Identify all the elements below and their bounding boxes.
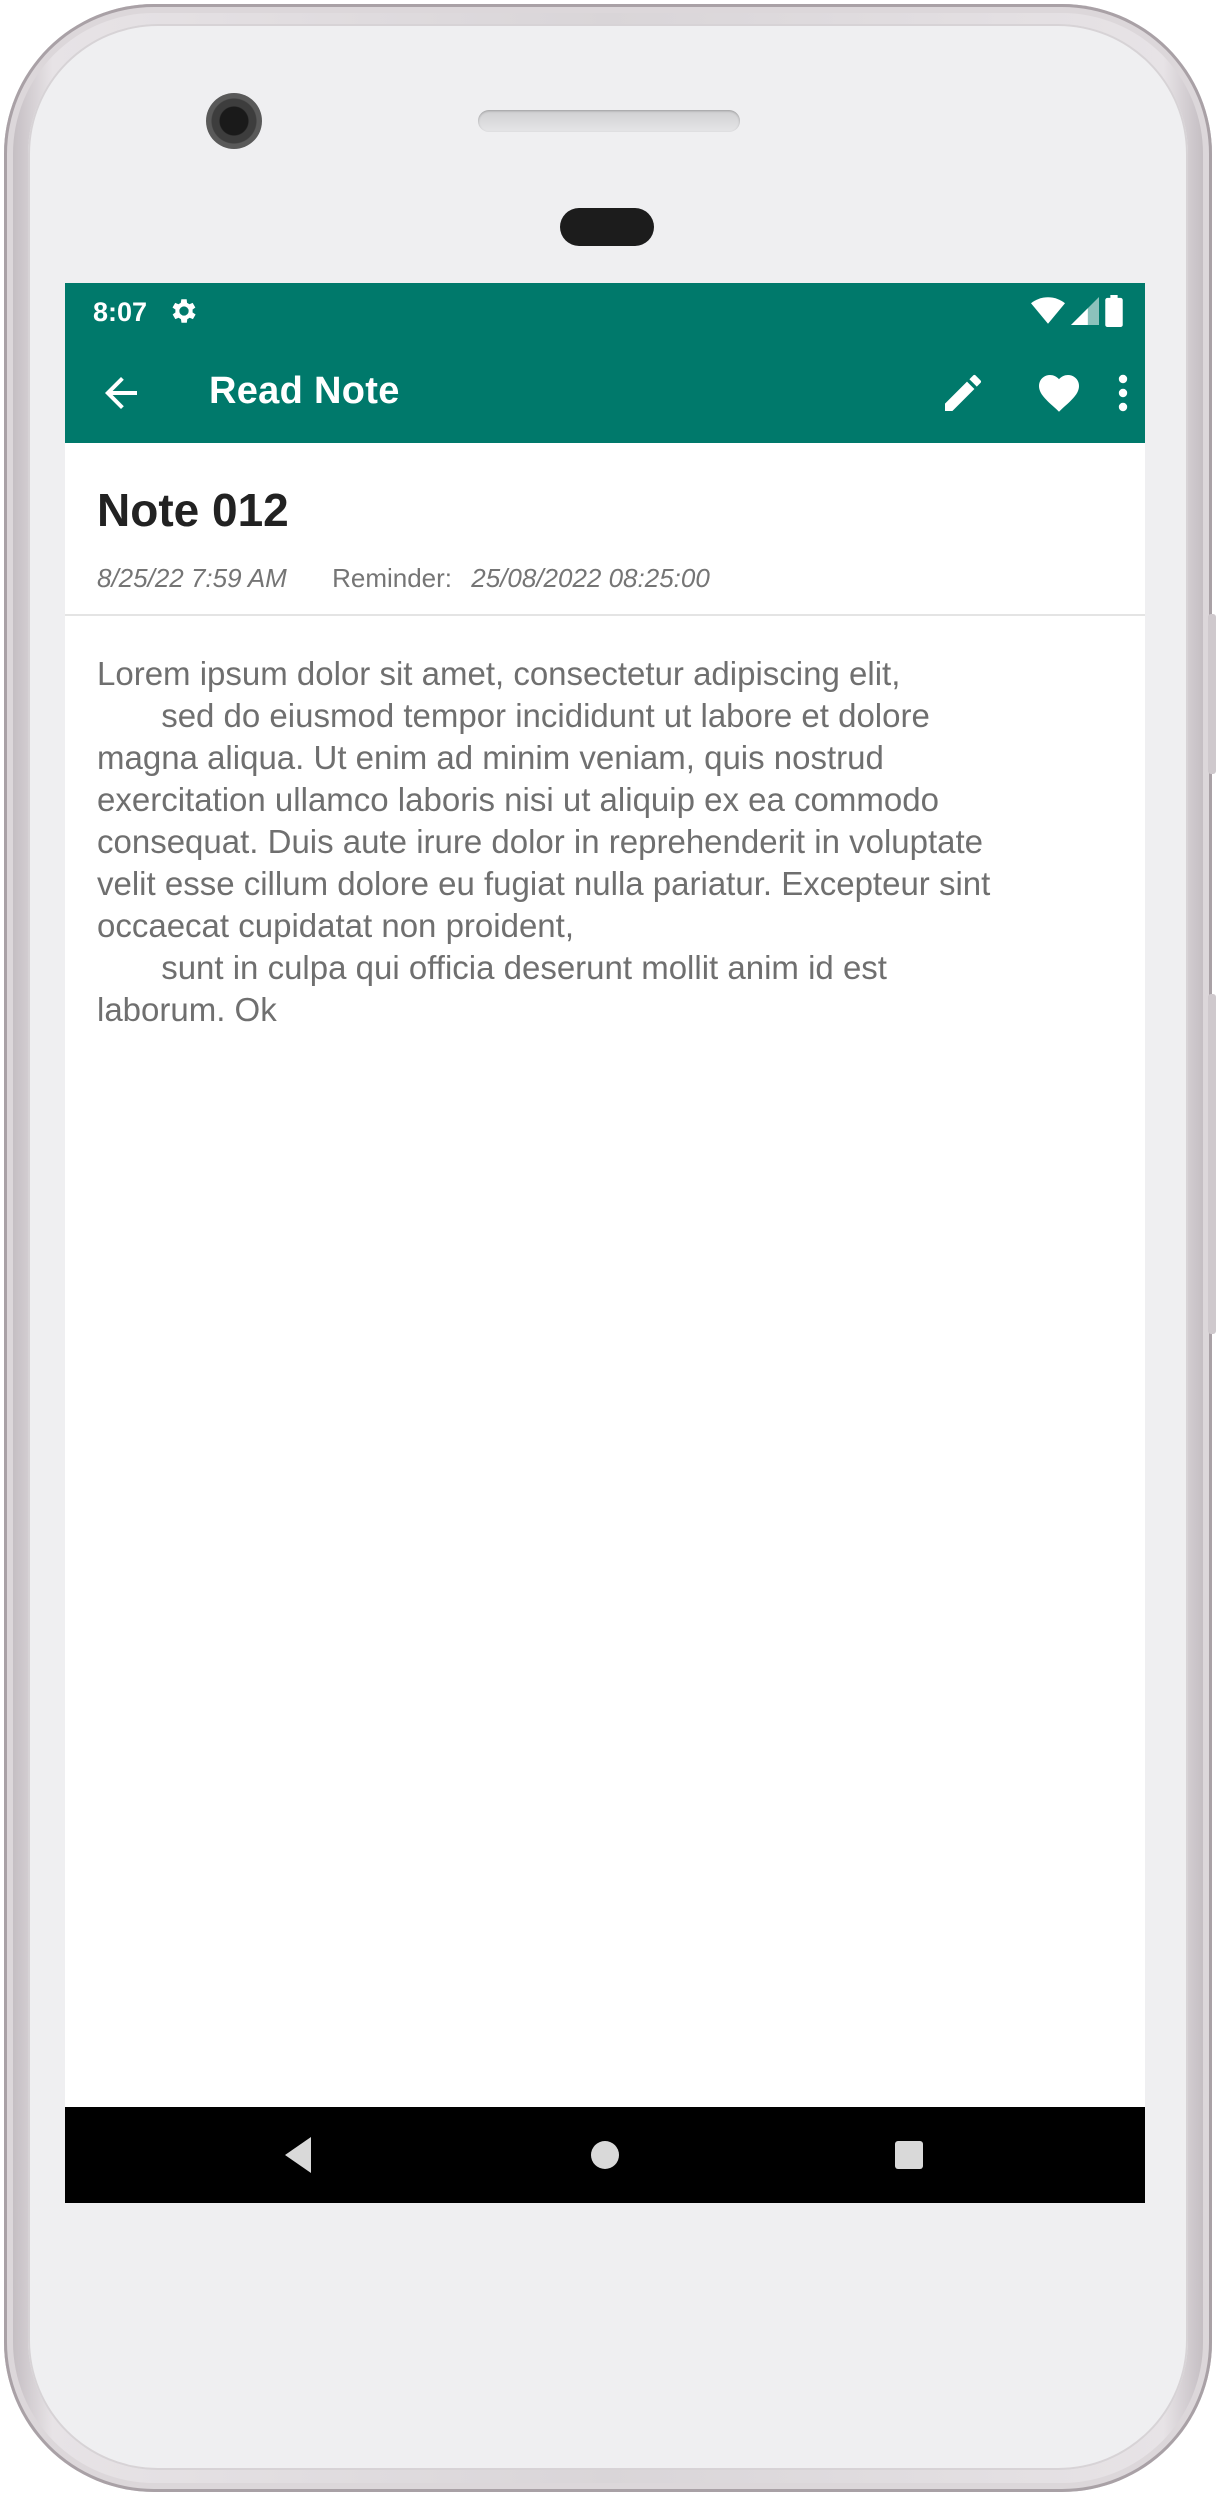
wifi-icon	[1031, 297, 1065, 324]
system-nav-bar	[65, 2107, 1145, 2203]
favorite-heart-icon[interactable]	[1035, 369, 1083, 417]
front-camera	[206, 93, 262, 149]
nav-back-icon[interactable]	[277, 2131, 325, 2179]
volume-button	[1208, 614, 1216, 774]
edit-icon[interactable]	[939, 369, 987, 417]
note-created-date: 8/25/22 7:59 AM	[97, 563, 287, 593]
device-screen: 8:07 Read Note Note 012 8/25/22 7:59 AM …	[65, 283, 1145, 2203]
nav-home-icon[interactable]	[581, 2131, 629, 2179]
status-bar: 8:07	[65, 283, 1145, 343]
page-title: Read Note	[209, 370, 400, 412]
note-meta: 8/25/22 7:59 AM Reminder: 25/08/2022 08:…	[97, 563, 710, 594]
back-arrow-icon[interactable]	[97, 369, 145, 417]
system-icons	[1031, 295, 1123, 327]
note-body: Lorem ipsum dolor sit amet, consectetur …	[97, 655, 991, 1028]
settings-icon	[172, 299, 196, 323]
power-button	[1208, 994, 1216, 1334]
signal-icon	[1071, 297, 1099, 325]
app-bar: Read Note	[65, 343, 1145, 443]
battery-icon	[1105, 295, 1123, 327]
proximity-sensor	[560, 208, 654, 246]
divider	[65, 614, 1145, 616]
reminder-value: 25/08/2022 08:25:00	[471, 563, 710, 593]
reminder-label: Reminder:	[332, 563, 453, 593]
status-time: 8:07	[93, 297, 148, 327]
nav-recents-icon[interactable]	[885, 2131, 933, 2179]
more-vert-icon[interactable]	[1099, 369, 1145, 417]
earpiece-speaker	[478, 110, 740, 132]
note-title: Note 012	[97, 484, 289, 536]
